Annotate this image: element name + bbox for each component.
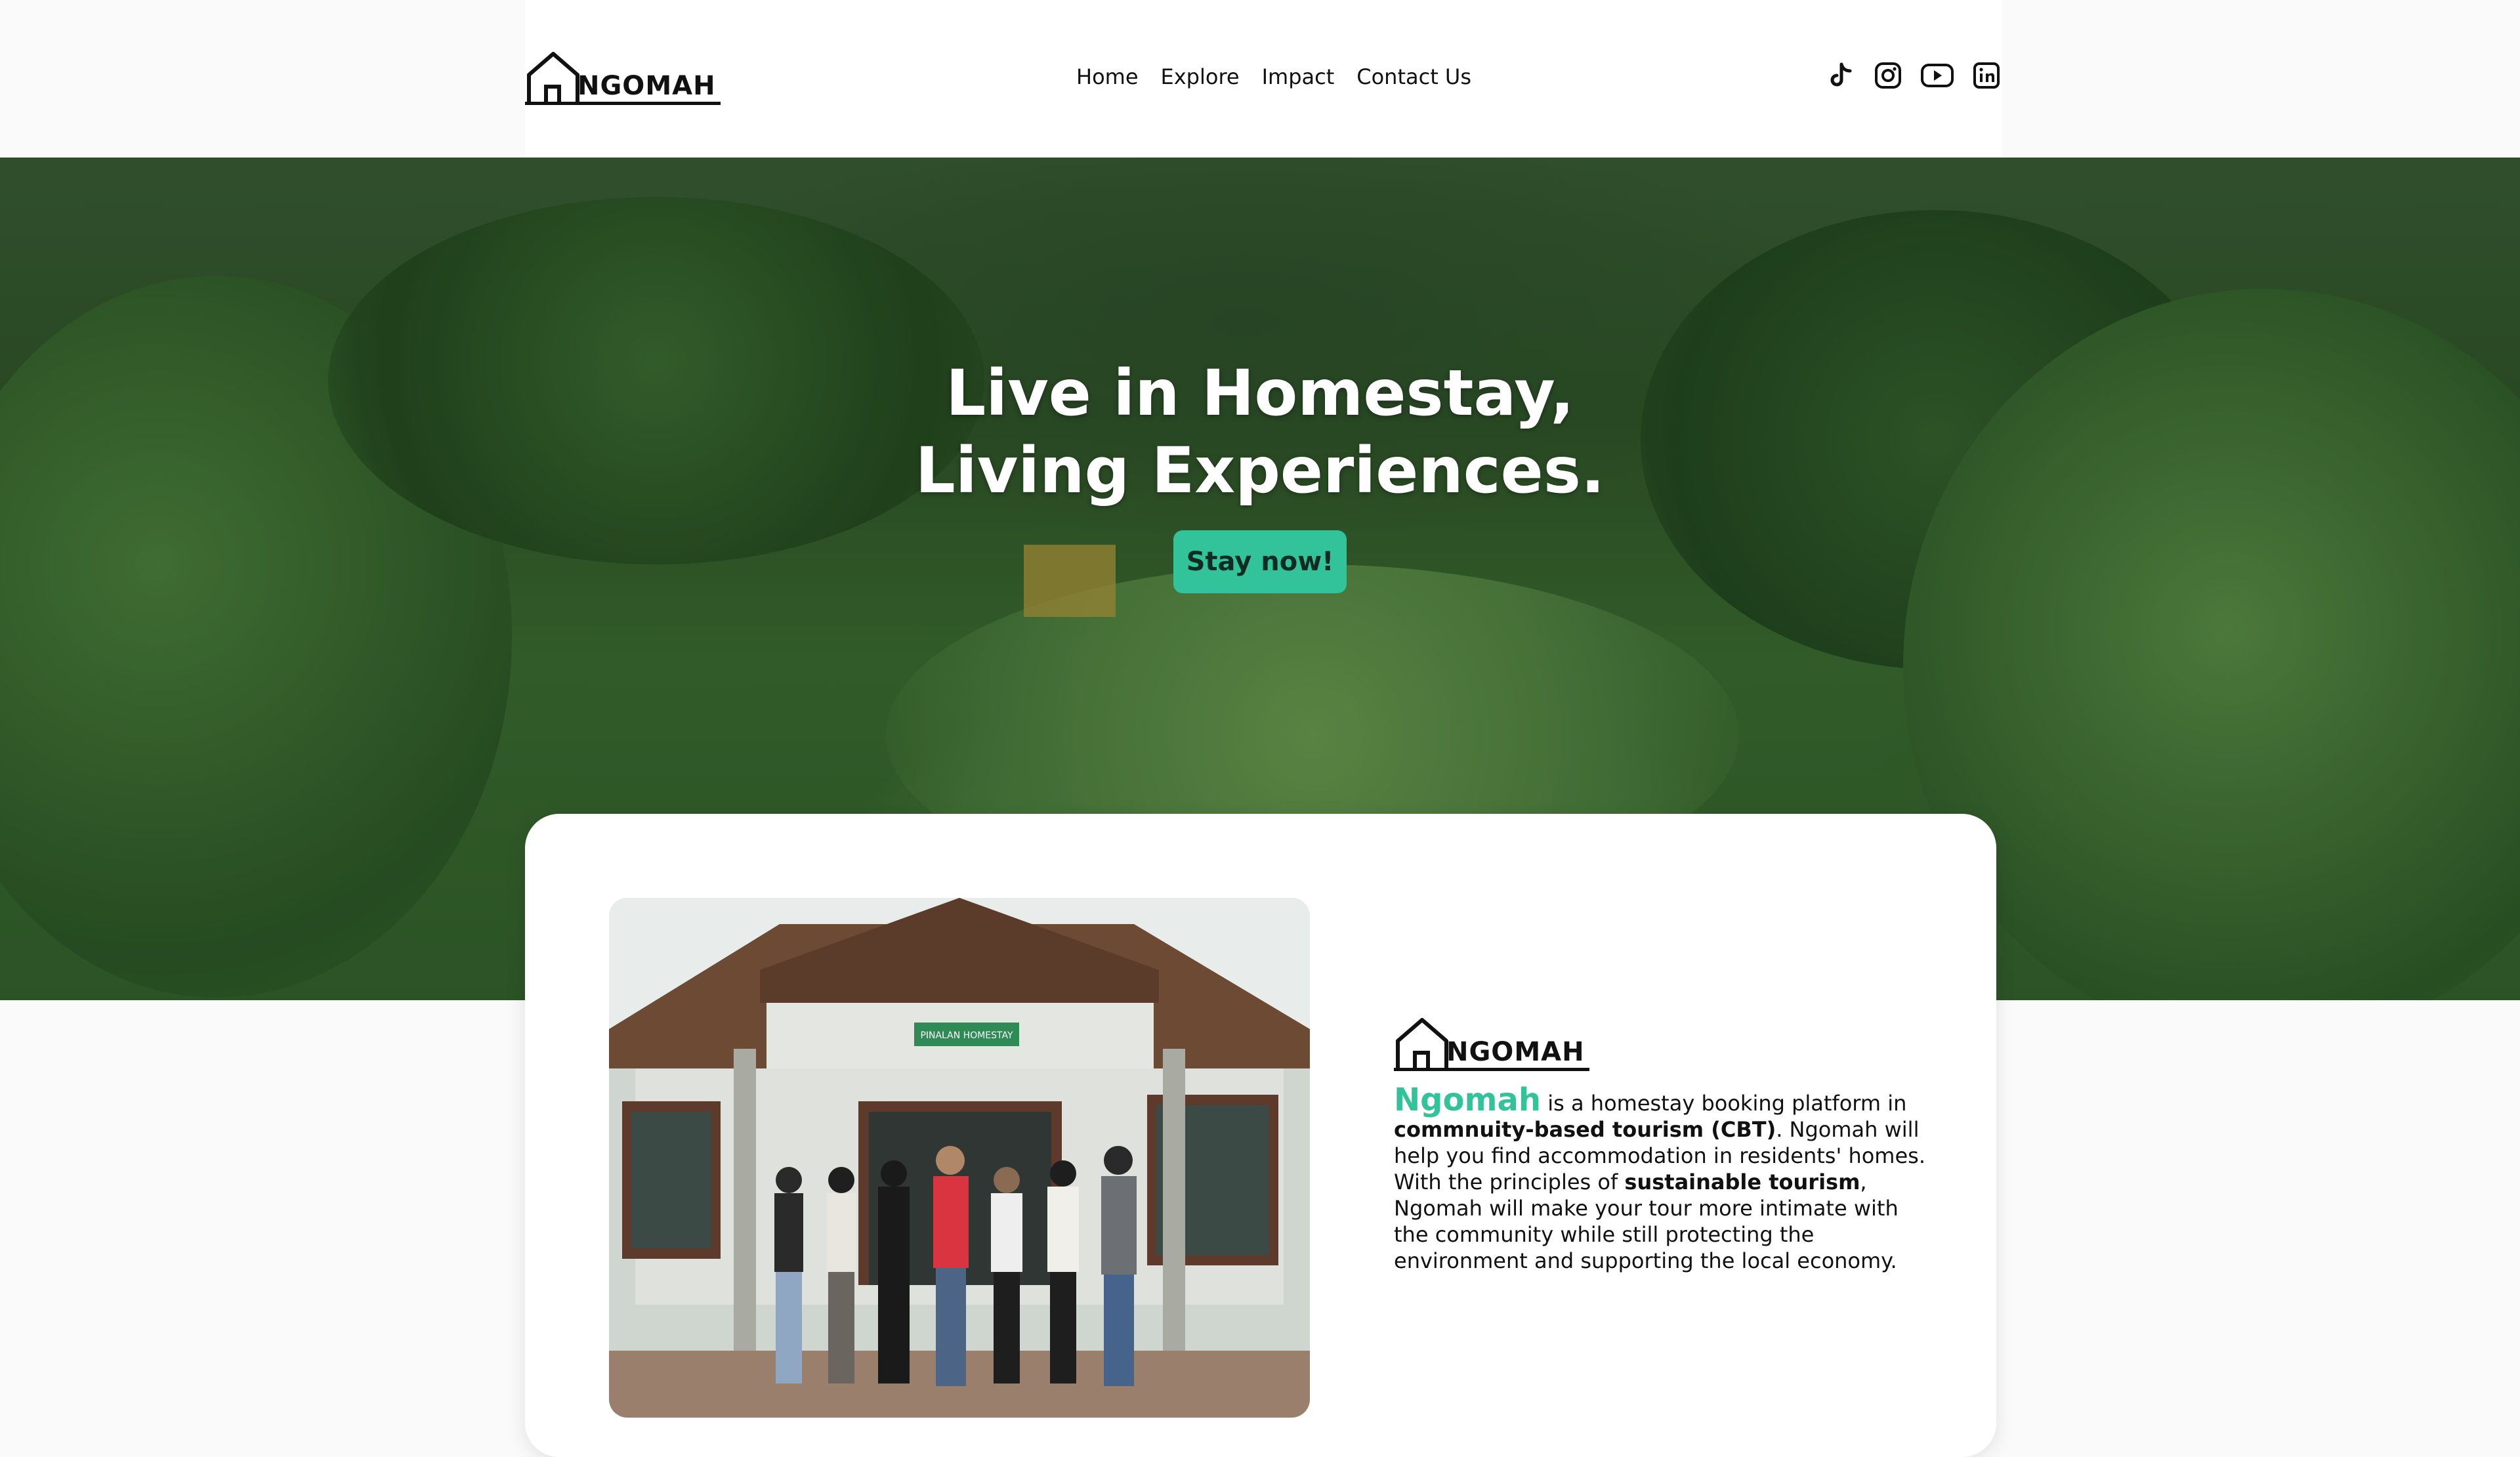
nav-contact-us[interactable]: Contact Us <box>1356 64 1471 89</box>
about-logo: NGOMAH <box>1394 1013 1591 1071</box>
about-card: PINALAN HOMESTAY NGOMAH Ngomah is a home… <box>525 814 1996 1457</box>
homestay-group-photo: PINALAN HOMESTAY <box>609 898 1310 1418</box>
about-text-part-1: is a homestay booking platform in <box>1541 1091 1907 1116</box>
nav-home[interactable]: Home <box>1076 64 1139 89</box>
house-logo-icon <box>527 52 579 102</box>
hero-title-line-2: Living Experiences. <box>915 434 1605 507</box>
hero-title: Live in Homestay, Living Experiences. <box>0 354 2520 509</box>
instagram-icon[interactable] <box>1873 60 1903 91</box>
house-logo-icon <box>1396 1018 1448 1068</box>
about-bold-cbt: commnuity-based tourism (CBT) <box>1394 1117 1776 1142</box>
about-content: NGOMAH Ngomah is a homestay booking plat… <box>1394 1013 1932 1274</box>
homestay-sign: PINALAN HOMESTAY <box>920 1030 1013 1041</box>
nav-explore[interactable]: Explore <box>1161 64 1240 89</box>
site-logo[interactable]: NGOMAH <box>525 47 722 105</box>
linkedin-icon[interactable] <box>1971 60 2002 91</box>
homestay-photo-illustration: PINALAN HOMESTAY <box>609 898 1310 1418</box>
main-nav: Home Explore Impact Contact Us <box>1076 64 1471 89</box>
about-logo-text: NGOMAH <box>1446 1037 1585 1067</box>
nav-impact[interactable]: Impact <box>1262 64 1335 89</box>
social-links <box>1826 60 2002 91</box>
site-header: NGOMAH Home Explore Impact Contact Us <box>525 0 2002 158</box>
logo-underline <box>525 102 721 105</box>
logo-text: NGOMAH <box>578 71 716 101</box>
about-description: Ngomah is a homestay booking platform in… <box>1394 1084 1932 1274</box>
hero-title-line-1: Live in Homestay, <box>946 356 1574 430</box>
tiktok-icon[interactable] <box>1826 60 1856 91</box>
logo-underline <box>1394 1068 1589 1071</box>
brand-name: Ngomah <box>1394 1082 1542 1118</box>
stay-now-button[interactable]: Stay now! <box>1173 530 1347 593</box>
about-bold-sustainable: sustainable tourism <box>1624 1170 1860 1194</box>
youtube-icon[interactable] <box>1920 60 1954 91</box>
